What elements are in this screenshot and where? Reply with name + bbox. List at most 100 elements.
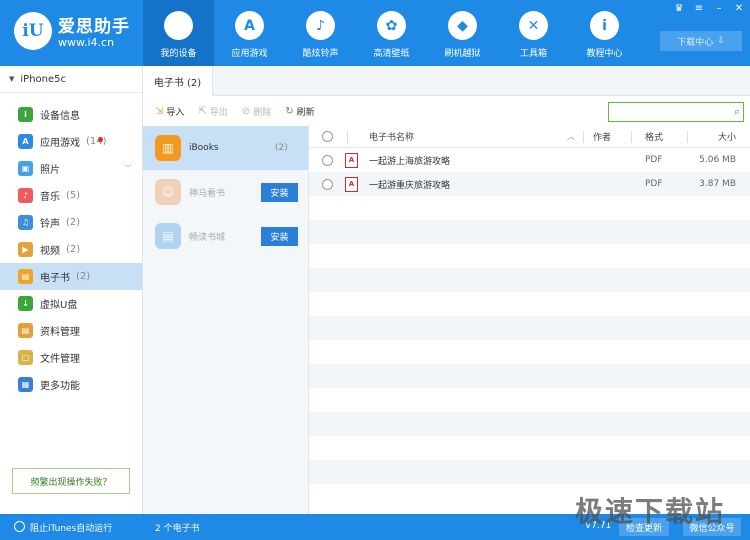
nav-toolbox[interactable]: ✕ 工具箱 (498, 0, 569, 66)
flower-icon: ✿ (377, 11, 406, 40)
app-changdu[interactable]: ▤ 畅读书城 安装 (143, 214, 308, 258)
sidebar-item-2[interactable]: ▣ 照片 ﹀ (0, 155, 142, 182)
header: iU 爱思助手 www.i4.cn 我的设备 A 应用游戏 ♪ 酷炫铃声 ✿ 高… (0, 0, 750, 66)
sidebar-item-10[interactable]: ▦ 更多功能 (0, 371, 142, 398)
table-body: A 一起游上海旅游攻略 PDF 5.06 MB A 一起游重庆旅游攻略 PDF 3.87 MB (309, 148, 750, 508)
install-changdu-button[interactable]: 安装 (261, 226, 298, 246)
table-row[interactable]: A 一起游上海旅游攻略 PDF 5.06 MB (309, 148, 750, 172)
sidebar-item-8[interactable]: ▤ 资料管理 (0, 317, 142, 344)
info-icon: i (590, 11, 619, 40)
sidebar-item-6[interactable]: ▤ 电子书 (2) (0, 263, 142, 290)
header-author[interactable]: 作者 (593, 130, 611, 143)
install-shenma-button[interactable]: 安装 (261, 182, 298, 202)
shenma-icon: ☺ (155, 179, 181, 205)
tab-bar: 电子书 (2) (143, 66, 750, 96)
export-button[interactable]: ⇱ 导出 (198, 105, 227, 118)
sidebar-item-label: 铃声 (40, 219, 60, 230)
close-icon[interactable]: ✕ (734, 3, 744, 14)
header-name[interactable]: 电子书名称 (369, 130, 414, 143)
file-icon: ▢ (18, 350, 33, 365)
sidebar-item-label: 资料管理 (40, 327, 80, 338)
sidebar-item-3[interactable]: ♪ 音乐 (5) (0, 182, 142, 209)
ibooks-icon: ▥ (155, 135, 181, 161)
shirt-icon[interactable]: ♛ (674, 3, 684, 14)
nav-apps-games[interactable]: A 应用游戏 (214, 0, 285, 66)
table-row[interactable]: A 一起游重庆旅游攻略 PDF 3.87 MB (309, 172, 750, 196)
empty-row (309, 388, 750, 412)
minimize-icon[interactable]: – (714, 3, 724, 14)
empty-row (309, 196, 750, 220)
app-shenma[interactable]: ☺ 神马看书 安装 (143, 170, 308, 214)
header-format[interactable]: 格式 (645, 130, 663, 143)
sidebar-item-label: 照片 (40, 165, 60, 176)
menu-icon[interactable]: ≡ (694, 3, 704, 14)
empty-row (309, 340, 750, 364)
check-update-button[interactable]: 检查更新 (619, 518, 669, 536)
window-controls: ♛ ≡ – ✕ (674, 3, 744, 14)
sidebar: ▼ iPhone5c i 设备信息 A 应用游戏 (14) ▣ 照片 ﹀ ♪ 音乐 (5) ♫ 铃声 (2… (0, 66, 143, 514)
ebook-format: PDF (645, 179, 663, 189)
changdu-icon: ▤ (155, 223, 181, 249)
sidebar-item-0[interactable]: i 设备信息 (0, 101, 142, 128)
empty-row (309, 220, 750, 244)
itunes-block-label: 阻止iTunes自动运行 (30, 524, 113, 534)
sidebar-item-label: 设备信息 (40, 111, 80, 122)
bell-icon: ♪ (306, 11, 335, 40)
sidebar-item-label: 视频 (40, 246, 60, 257)
chevron-down-icon[interactable]: ﹀ (124, 163, 132, 174)
sort-asc-icon[interactable]: ︿ (567, 131, 575, 142)
import-icon: ⇲ (155, 106, 164, 117)
header-size[interactable]: 大小 (718, 130, 736, 143)
row-checkbox[interactable] (322, 178, 333, 190)
info-icon: i (18, 107, 33, 122)
app-url: www.i4.cn (58, 36, 115, 49)
sidebar-item-5[interactable]: ▶ 视频 (2) (0, 236, 142, 263)
sidebar-item-1[interactable]: A 应用游戏 (14) (0, 128, 142, 155)
tab-ebooks[interactable]: 电子书 (2) (143, 66, 213, 96)
sidebar-item-label: 应用游戏 (40, 138, 80, 149)
nav-jailbreak[interactable]: ◆ 刷机越狱 (427, 0, 498, 66)
sidebar-item-count: (5) (66, 190, 81, 201)
sidebar-item-count: (2) (76, 271, 91, 282)
row-checkbox[interactable] (322, 154, 333, 166)
photo-icon: ▣ (18, 161, 33, 176)
search-box[interactable]: ⌕ (608, 102, 744, 122)
download-center-button[interactable]: 下载中心 ⇩ (660, 31, 742, 51)
reader-apps-pane: ▥ iBooks (2) ☺ 神马看书 安装 ▤ 畅读书城 安装 (143, 126, 309, 514)
sidebar-item-4[interactable]: ♫ 铃声 (2) (0, 209, 142, 236)
refresh-icon: ↻ (285, 106, 294, 117)
itunes-block-toggle[interactable] (14, 521, 25, 532)
delete-button[interactable]: ⊘ 删除 (242, 105, 271, 118)
download-icon: ⇩ (717, 36, 725, 46)
import-button[interactable]: ⇲ 导入 (155, 105, 184, 118)
app-logo: iU (14, 12, 52, 50)
select-all-checkbox[interactable] (322, 131, 333, 142)
app-name: 爱思助手 (58, 17, 130, 37)
sidebar-item-7[interactable]: ↓ 虚拟U盘 (0, 290, 142, 317)
tools-icon: ✕ (519, 11, 548, 40)
refresh-button[interactable]: ↻ 刷新 (285, 105, 314, 118)
dropbox-icon: ◆ (448, 11, 477, 40)
sidebar-item-count: (2) (66, 217, 81, 228)
nav-wallpapers[interactable]: ✿ 高清壁纸 (356, 0, 427, 66)
empty-row (309, 316, 750, 340)
sidebar-item-count: (2) (66, 244, 81, 255)
caret-down-icon: ▼ (9, 75, 15, 83)
sidebar-item-9[interactable]: ▢ 文件管理 (0, 344, 142, 371)
nav-tutorials[interactable]: i 教程中心 (569, 0, 640, 66)
contacts-icon: ▤ (18, 323, 33, 338)
apple-icon (164, 11, 193, 40)
nav-ringtones[interactable]: ♪ 酷炫铃声 (285, 0, 356, 66)
device-selector[interactable]: ▼ iPhone5c (0, 66, 142, 93)
ebook-size: 5.06 MB (699, 155, 736, 165)
book-icon: ▤ (18, 269, 33, 284)
app-ibooks[interactable]: ▥ iBooks (2) (143, 126, 308, 170)
pdf-icon: A (345, 176, 358, 192)
wechat-button[interactable]: 微信公众号 (683, 518, 741, 536)
bell-icon: ♫ (18, 215, 33, 230)
status-bar: 阻止iTunes自动运行 2 个电子书 V7.71 检查更新 微信公众号 (0, 514, 750, 540)
ebook-format: PDF (645, 155, 663, 165)
nav-my-device[interactable]: 我的设备 (143, 0, 214, 66)
empty-row (309, 364, 750, 388)
help-button[interactable]: 频繁出现操作失败？ (12, 468, 130, 494)
